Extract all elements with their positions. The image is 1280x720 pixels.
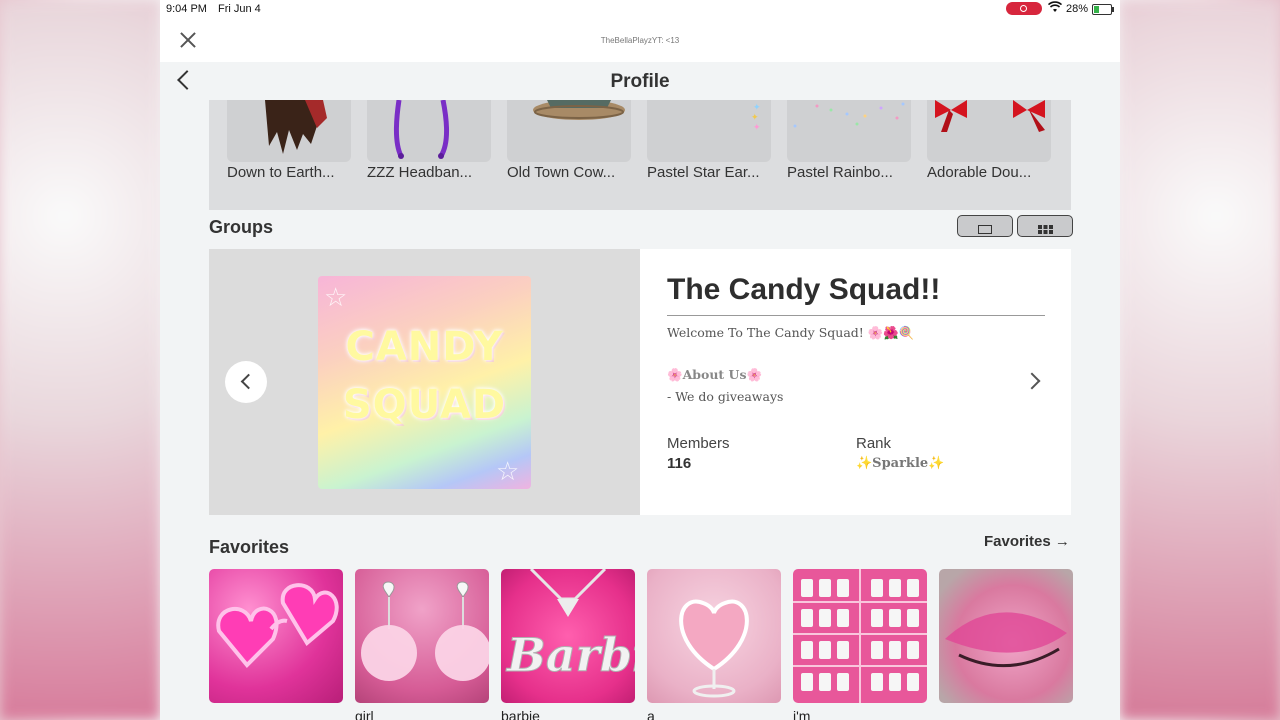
rainbow-thumbnail — [787, 100, 911, 162]
favorite-item[interactable]: a — [647, 569, 781, 720]
battery-percent: 28% — [1066, 3, 1089, 15]
cowboy-hat-thumbnail — [507, 100, 631, 162]
background-blur-left — [0, 0, 160, 720]
favorites-see-all-link[interactable]: Favorites → — [984, 533, 1070, 550]
favorite-thumbnail-skates-shelf — [793, 569, 927, 703]
logo-text-line1: CANDY — [345, 324, 504, 370]
favorite-thumbnail-heart-mirror — [647, 569, 781, 703]
group-name[interactable]: The Candy Squad!! — [667, 273, 940, 307]
background-blur-right — [1120, 0, 1280, 720]
favorites-title: Favorites — [209, 537, 290, 557]
status-time: 9:04 PM — [166, 3, 207, 15]
svg-text:✦: ✦ — [751, 112, 759, 122]
wearing-item-label: ZZZ Headban... — [367, 164, 473, 181]
svg-text:✦: ✦ — [753, 102, 761, 112]
user-tag: TheBellaPlayzYT: <13 — [600, 36, 680, 45]
single-card-icon — [978, 221, 992, 239]
wearing-item[interactable]: Down to Earth... — [227, 100, 351, 181]
currently-wearing-strip: Down to Earth... ZZZ Headban... Old Town… — [209, 100, 1071, 210]
favorite-label: i'm — [793, 708, 811, 720]
group-logo[interactable]: ☆ ☆ CANDY SQUAD — [318, 276, 531, 489]
wearing-item-label: Old Town Cow... — [507, 164, 616, 181]
logo-text-line2: SQUAD — [342, 382, 507, 428]
rank-value: ✨Sparkle✨ — [856, 456, 945, 471]
status-bar: 9:04 PM Fri Jun 4 28% — [160, 0, 1120, 18]
group-about-text: - We do giveaways — [667, 389, 784, 404]
favorite-thumbnail-earrings — [355, 569, 489, 703]
favorite-thumbnail-heart-glasses — [209, 569, 343, 703]
favorite-item[interactable] — [209, 569, 343, 720]
headband-thumbnail — [367, 100, 491, 162]
star-earrings-thumbnail: ✦ ✦ ✦ — [647, 100, 771, 162]
bows-thumbnail — [927, 100, 1051, 162]
star-icon: ☆ — [496, 456, 520, 486]
wearing-item[interactable]: ZZZ Headban... — [367, 100, 491, 181]
next-group-button[interactable] — [1023, 372, 1041, 390]
wearing-item[interactable]: Pastel Rainbo... — [787, 100, 911, 181]
wearing-item-label: Adorable Dou... — [927, 164, 1032, 181]
battery-icon — [1092, 4, 1114, 15]
favorite-thumbnail-barbie-necklace: Barbie — [501, 569, 635, 703]
grid-icon — [1038, 221, 1053, 239]
wearing-item[interactable]: ✦ ✦ ✦ Pastel Star Ear... — [647, 100, 771, 181]
group-info-panel: The Candy Squad!! Welcome To The Candy S… — [640, 249, 1071, 515]
status-date: Fri Jun 4 — [218, 3, 261, 15]
svg-text:Barbie: Barbie — [505, 628, 635, 682]
members-label: Members — [667, 435, 730, 452]
favorite-label — [939, 708, 1073, 720]
favorite-label: barbie — [501, 708, 540, 720]
wearing-item-label: Down to Earth... — [227, 164, 335, 181]
profile-header: Profile — [160, 62, 1120, 100]
screen-record-icon — [1006, 2, 1042, 15]
favorite-item[interactable]: Barbie barbie — [501, 569, 635, 720]
group-image-panel: ☆ ☆ CANDY SQUAD — [209, 249, 640, 515]
wearing-item[interactable]: Old Town Cow... — [507, 100, 631, 181]
group-divider — [667, 315, 1045, 316]
wifi-icon — [1047, 1, 1063, 16]
hair-thumbnail — [227, 100, 351, 162]
wearing-item[interactable]: Adorable Dou... — [927, 100, 1051, 181]
favorite-label — [209, 708, 343, 720]
star-icon: ☆ — [324, 282, 348, 312]
favorite-label: girl — [355, 708, 374, 720]
favorite-label: a — [647, 708, 655, 720]
favorite-item[interactable] — [939, 569, 1073, 720]
favorite-item[interactable]: girl — [355, 569, 489, 720]
favorite-item[interactable]: i'm — [793, 569, 927, 720]
rank-label: Rank — [856, 435, 892, 452]
app-window: 9:04 PM Fri Jun 4 28% TheBellaPlayzYT: <… — [160, 0, 1120, 720]
single-view-toggle[interactable] — [957, 215, 1013, 237]
wearing-item-label: Pastel Rainbo... — [787, 164, 893, 181]
svg-text:✦: ✦ — [753, 122, 761, 132]
window-toolbar: TheBellaPlayzYT: <13 — [160, 18, 1120, 63]
grid-view-toggle[interactable] — [1017, 215, 1073, 237]
groups-title: Groups — [209, 217, 274, 237]
members-count: 116 — [667, 455, 692, 472]
group-about-heading: 🌸About Us🌸 — [667, 367, 763, 382]
group-welcome-text: Welcome To The Candy Squad! 🌸🌺🍭 — [667, 325, 915, 340]
page-title: Profile — [610, 71, 670, 92]
previous-group-button[interactable] — [225, 361, 267, 403]
favorite-thumbnail-eye-makeup — [939, 569, 1073, 703]
group-card: ☆ ☆ CANDY SQUAD The Candy Squad!! Welcom… — [209, 249, 1071, 515]
wearing-item-label: Pastel Star Ear... — [647, 164, 760, 181]
